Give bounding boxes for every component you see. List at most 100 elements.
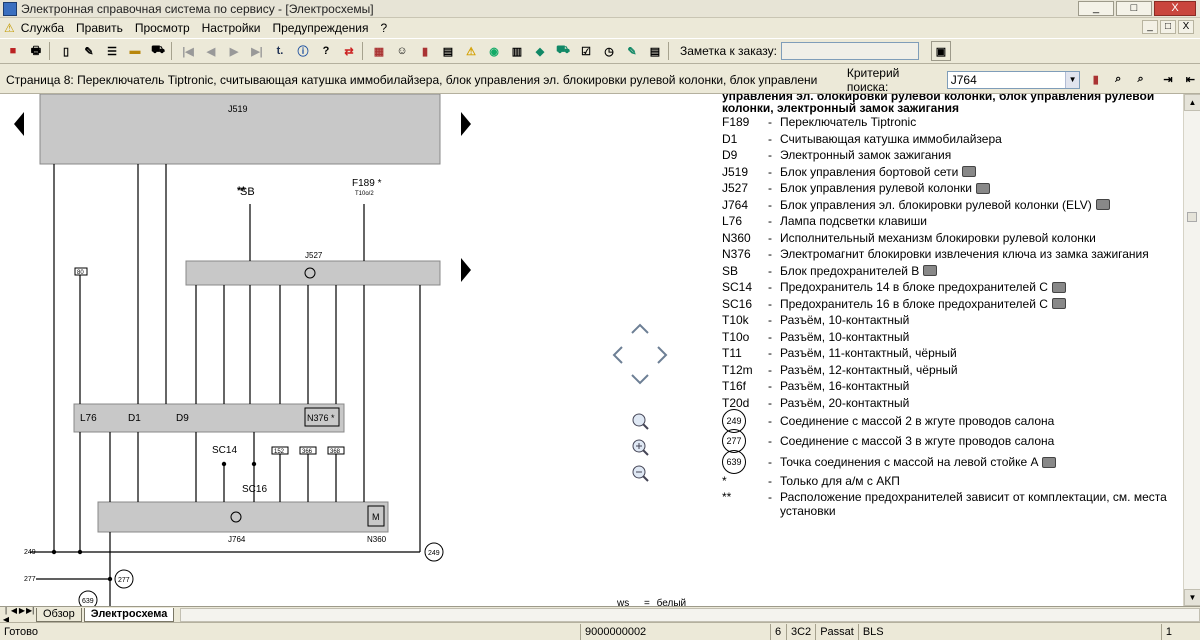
edit-note-icon[interactable]: ✎ bbox=[622, 41, 642, 61]
tag-icon[interactable]: ◆ bbox=[530, 41, 550, 61]
menu-view[interactable]: Просмотр bbox=[135, 21, 190, 35]
list-icon[interactable]: ▤ bbox=[438, 41, 458, 61]
find-next-icon[interactable]: ⌕ bbox=[1131, 70, 1150, 90]
note-save-icon[interactable]: ▣ bbox=[930, 41, 951, 61]
j527-label: J527 bbox=[305, 251, 323, 260]
next-page-icon[interactable]: ▶ bbox=[224, 41, 244, 61]
maximize-button[interactable]: □ bbox=[1116, 1, 1152, 16]
document-list-icon[interactable]: ☰ bbox=[102, 41, 122, 61]
text-icon[interactable]: t. bbox=[270, 41, 290, 61]
order-note-input[interactable] bbox=[780, 42, 919, 60]
chart-icon[interactable]: ▥ bbox=[507, 41, 527, 61]
menu-warnings[interactable]: Предупреждения bbox=[272, 21, 368, 35]
camera-icon[interactable] bbox=[1051, 298, 1066, 310]
sheet-tabs: |◀ ◀ ▶ ▶| Обзор Электросхема bbox=[0, 606, 1200, 624]
book-icon[interactable]: ▮ bbox=[415, 41, 435, 61]
chevron-down-icon[interactable]: ▼ bbox=[1065, 71, 1080, 88]
new-document-icon[interactable]: ▯ bbox=[56, 41, 76, 61]
find-icon[interactable]: ⌕ bbox=[1108, 70, 1127, 90]
grid-icon[interactable]: ▦ bbox=[369, 41, 389, 61]
tab-overview[interactable]: Обзор bbox=[36, 607, 82, 622]
tab-last-icon[interactable]: ▶| bbox=[26, 606, 34, 624]
pan-down-icon[interactable] bbox=[631, 374, 649, 385]
help-icon[interactable]: ? bbox=[316, 41, 336, 61]
pan-up-icon[interactable] bbox=[631, 323, 649, 334]
close-button[interactable]: X bbox=[1154, 1, 1196, 16]
person-icon[interactable]: ☺ bbox=[392, 41, 412, 61]
status-extra: 1 bbox=[1160, 623, 1176, 640]
abbrev-eq: = bbox=[644, 598, 650, 606]
legend-row: J519 - Блок управления бортовой сети bbox=[722, 164, 1182, 181]
car-icon[interactable]: ⛟ bbox=[148, 41, 168, 61]
edit-document-icon[interactable]: ✎ bbox=[79, 41, 99, 61]
page-title: Страница 8: Переключатель Tiptronic, счи… bbox=[6, 72, 817, 87]
view-controls bbox=[612, 323, 668, 482]
camera-icon[interactable] bbox=[962, 166, 977, 178]
menu-service[interactable]: Служба bbox=[21, 21, 64, 35]
legend-code: T11 bbox=[722, 346, 742, 361]
mdi-restore-button[interactable]: □ bbox=[1160, 20, 1176, 34]
camera-icon[interactable] bbox=[1042, 456, 1057, 468]
camera-icon[interactable] bbox=[923, 265, 938, 277]
globe-icon[interactable]: ◉ bbox=[484, 41, 504, 61]
camera-icon[interactable] bbox=[1095, 199, 1110, 211]
zoom-in-icon[interactable] bbox=[632, 439, 649, 456]
fuse-368-label: 368 bbox=[330, 449, 341, 455]
scroll-left-icon[interactable] bbox=[14, 112, 24, 136]
camera-icon[interactable] bbox=[976, 182, 991, 194]
tab-prev-icon[interactable]: ◀ bbox=[10, 606, 18, 624]
legend-desc: Блок управления рулевой колонки bbox=[780, 181, 973, 196]
last-page-icon[interactable]: ▶| bbox=[247, 41, 267, 61]
legend-row: D1 - Считывающая катушка иммобилайзера bbox=[722, 131, 1182, 148]
zoom-fit-icon[interactable] bbox=[632, 413, 649, 430]
tab-first-icon[interactable]: |◀ bbox=[2, 606, 10, 624]
l76-label: L76 bbox=[80, 413, 97, 424]
search-criterion-select[interactable]: J764 ▼ bbox=[946, 70, 1081, 89]
sc16-label: SC16 bbox=[242, 484, 267, 495]
camera-icon[interactable] bbox=[1051, 281, 1066, 293]
print-icon[interactable]: 🖶 bbox=[26, 41, 46, 61]
menu-settings[interactable]: Настройки bbox=[202, 21, 261, 35]
tab-wiring-diagram[interactable]: Электросхема bbox=[83, 607, 175, 622]
swap-icon[interactable]: ⇄ bbox=[339, 41, 359, 61]
vehicle-icon[interactable]: ⛟ bbox=[553, 41, 573, 61]
tab-next-icon[interactable]: ▶ bbox=[18, 606, 26, 624]
mdi-minimize-button[interactable]: _ bbox=[1142, 20, 1158, 34]
wires bbox=[30, 164, 421, 606]
scroll-thumb[interactable] bbox=[1187, 212, 1197, 222]
horizontal-scrollbar[interactable] bbox=[180, 607, 1200, 622]
status-model-code: 3C2 bbox=[786, 623, 815, 640]
prev-page-icon[interactable]: ◀ bbox=[201, 41, 221, 61]
alert-icon[interactable]: ⚠ bbox=[461, 41, 481, 61]
next-match-icon[interactable]: ⇥ bbox=[1158, 70, 1177, 90]
checklist-icon[interactable]: ☑ bbox=[576, 41, 596, 61]
toolbar-separator bbox=[171, 42, 172, 60]
legend-code: J764 bbox=[722, 197, 749, 212]
zoom-out-icon[interactable] bbox=[632, 465, 649, 482]
menu-edit[interactable]: Править bbox=[76, 21, 123, 35]
status-order: 9000000002 bbox=[580, 623, 770, 640]
scroll-up-icon[interactable]: ▲ bbox=[1184, 94, 1200, 111]
legend-desc: Разъём, 16-контактный bbox=[780, 379, 910, 394]
pan-right-icon[interactable] bbox=[657, 346, 668, 364]
pan-left-icon[interactable] bbox=[612, 346, 623, 364]
diagram-viewport[interactable]: J519 L76 D1 D9 N376 * M J764 N360 J527 *… bbox=[0, 94, 1200, 606]
legend-row: SB - Блок предохранителей В bbox=[722, 263, 1182, 280]
scroll-right-icon[interactable] bbox=[461, 112, 471, 136]
menu-help[interactable]: ? bbox=[380, 21, 387, 35]
minimize-button[interactable]: _ bbox=[1078, 1, 1114, 16]
stop-icon[interactable]: ■ bbox=[3, 41, 23, 61]
abbrev-meaning: белый bbox=[656, 598, 687, 606]
prev-match-icon[interactable]: ⇤ bbox=[1181, 70, 1200, 90]
clock-icon[interactable]: ◷ bbox=[599, 41, 619, 61]
vertical-scrollbar[interactable]: ▲ ▼ bbox=[1183, 94, 1200, 606]
mdi-close-button[interactable]: X bbox=[1178, 20, 1194, 34]
notes-icon[interactable]: ▤ bbox=[645, 41, 665, 61]
info-icon[interactable]: ⓘ bbox=[293, 41, 313, 61]
scroll-right-icon[interactable] bbox=[461, 258, 471, 282]
scroll-down-icon[interactable]: ▼ bbox=[1184, 589, 1200, 606]
first-page-icon[interactable]: |◀ bbox=[178, 41, 198, 61]
legend-dash: - bbox=[768, 230, 772, 245]
folder-icon[interactable]: ▬ bbox=[125, 41, 145, 61]
search-book-icon[interactable]: ▮ bbox=[1086, 70, 1105, 90]
